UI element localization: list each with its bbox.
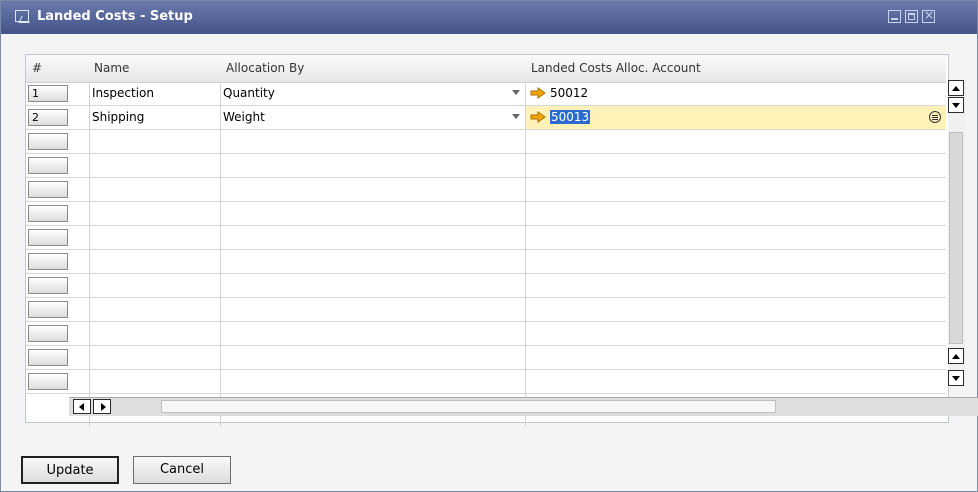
table-row[interactable]: 1 Inspection Quantity 50012 xyxy=(26,82,946,106)
window-title: Landed Costs - Setup xyxy=(37,9,193,24)
scroll-up-button[interactable] xyxy=(948,80,964,96)
vertical-scroll-thumb[interactable] xyxy=(949,132,963,344)
horizontal-scroll-thumb[interactable] xyxy=(161,400,776,413)
row-number[interactable] xyxy=(28,181,68,198)
scroll-right-button[interactable] xyxy=(93,399,111,414)
account-cell[interactable]: 50012 xyxy=(550,82,850,105)
allocation-by-cell[interactable]: Weight xyxy=(223,106,503,129)
vertical-scrollbar[interactable] xyxy=(948,80,966,387)
column-header-number[interactable]: # xyxy=(32,55,72,82)
table-row[interactable] xyxy=(26,154,946,178)
row-number[interactable] xyxy=(28,157,68,174)
row-number[interactable] xyxy=(28,349,68,366)
minimize-button[interactable] xyxy=(888,10,901,23)
selected-account-text[interactable]: 50013 xyxy=(550,110,591,124)
column-header-name[interactable]: Name xyxy=(94,55,214,82)
table-row[interactable] xyxy=(26,250,946,274)
close-button[interactable] xyxy=(922,8,935,23)
chevron-down-icon[interactable] xyxy=(512,114,520,119)
scroll-down-button[interactable] xyxy=(948,370,964,386)
chevron-down-icon[interactable] xyxy=(512,90,520,95)
table-row[interactable] xyxy=(26,298,946,322)
landed-costs-grid: # Name Allocation By Landed Costs Alloc.… xyxy=(25,54,949,427)
table-row[interactable] xyxy=(26,322,946,346)
name-cell[interactable]: Inspection xyxy=(92,82,216,105)
name-cell[interactable]: Shipping xyxy=(92,106,216,129)
row-number[interactable] xyxy=(28,133,68,150)
list-icon[interactable] xyxy=(929,111,941,123)
table-row[interactable] xyxy=(26,370,946,394)
column-header-alloc-account[interactable]: Landed Costs Alloc. Account xyxy=(531,55,831,82)
table-row[interactable]: 2 Shipping Weight 50013 xyxy=(26,106,946,130)
table-row[interactable] xyxy=(26,226,946,250)
row-number[interactable] xyxy=(28,253,68,270)
update-button[interactable]: Update xyxy=(21,456,119,484)
row-number[interactable]: 1 xyxy=(28,85,68,102)
landed-costs-setup-window: Landed Costs - Setup # Name Allocation B… xyxy=(0,0,978,492)
scroll-up-button[interactable] xyxy=(948,348,964,364)
column-header-allocation-by[interactable]: Allocation By xyxy=(226,55,476,82)
table-row[interactable] xyxy=(26,130,946,154)
horizontal-scrollbar[interactable] xyxy=(69,397,978,416)
cancel-button[interactable]: Cancel xyxy=(133,456,231,484)
table-row[interactable] xyxy=(26,178,946,202)
allocation-by-cell[interactable]: Quantity xyxy=(223,82,503,105)
link-arrow-icon[interactable] xyxy=(530,111,546,123)
scroll-left-button[interactable] xyxy=(73,399,91,414)
table-row[interactable] xyxy=(26,346,946,370)
scroll-down-button[interactable] xyxy=(948,97,964,113)
row-number[interactable] xyxy=(28,205,68,222)
row-number[interactable] xyxy=(28,325,68,342)
maximize-button[interactable] xyxy=(905,10,918,23)
title-bar: Landed Costs - Setup xyxy=(1,1,977,34)
row-number[interactable] xyxy=(28,229,68,246)
table-row[interactable] xyxy=(26,274,946,298)
link-arrow-icon[interactable] xyxy=(530,87,546,99)
row-number[interactable]: 2 xyxy=(28,109,68,126)
account-cell[interactable]: 50013 xyxy=(550,106,770,129)
table-row[interactable] xyxy=(26,202,946,226)
window-icon xyxy=(15,10,29,22)
row-number[interactable] xyxy=(28,301,68,318)
row-number[interactable] xyxy=(28,277,68,294)
row-number[interactable] xyxy=(28,373,68,390)
grid-header: # Name Allocation By Landed Costs Alloc.… xyxy=(26,55,946,83)
